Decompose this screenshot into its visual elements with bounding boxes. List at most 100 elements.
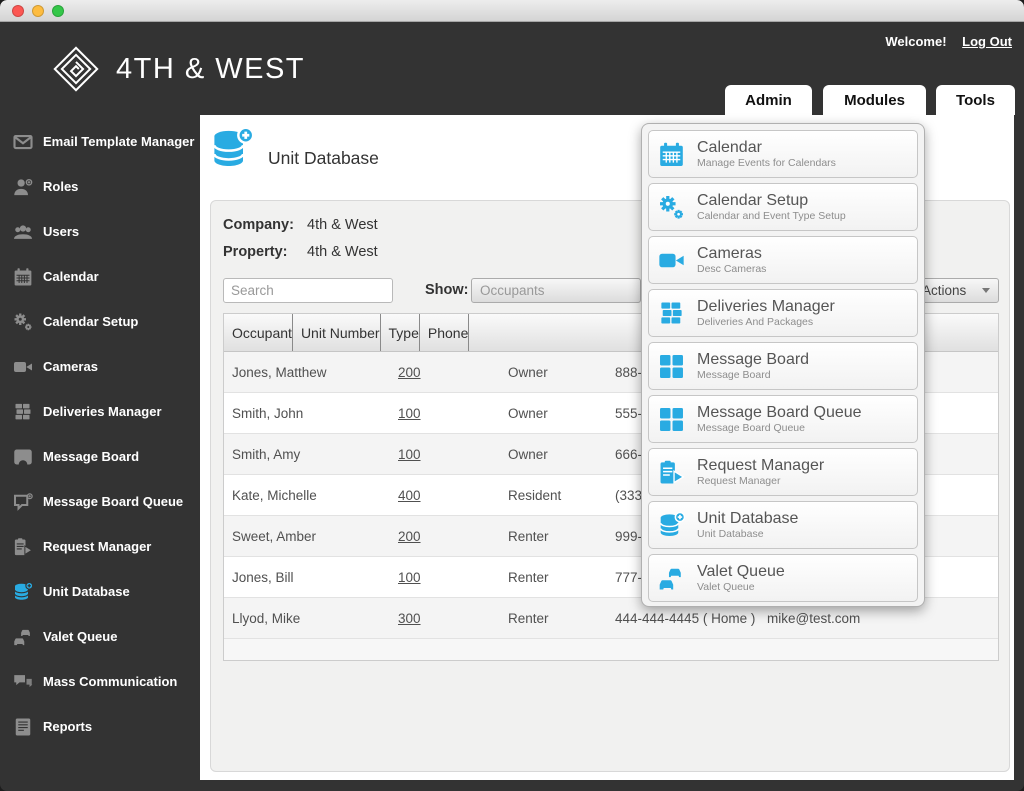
sidebar-item-label: Calendar [43, 269, 99, 284]
actions-select[interactable]: Actions [913, 278, 999, 303]
unit-number-cell: 100 [390, 557, 500, 597]
menu-item-subtitle: Message Board [697, 369, 809, 381]
sidebar-item-deliveries-manager[interactable]: Deliveries Manager [0, 389, 200, 434]
company-value: 4th & West [307, 217, 378, 233]
sidebar-item-users[interactable]: Users [0, 209, 200, 254]
gears-icon [13, 312, 33, 332]
unit-number-link[interactable]: 100 [398, 406, 421, 421]
occupant-cell: Smith, Amy [224, 434, 390, 474]
occupant-cell: Jones, Bill [224, 557, 390, 597]
sidebar-item-label: Cameras [43, 359, 98, 374]
sidebar-item-email-template-manager[interactable]: Email Template Manager [0, 119, 200, 164]
menu-item-subtitle: Unit Database [697, 528, 798, 540]
sidebar-item-mass-communication[interactable]: Mass Communication [0, 659, 200, 704]
menu-item-subtitle: Deliveries And Packages [697, 316, 835, 328]
chat-plus-icon [13, 492, 33, 512]
chevron-down-icon [982, 288, 990, 293]
brand-logo-icon [52, 45, 100, 93]
search-input[interactable] [223, 278, 393, 303]
zoom-button[interactable] [52, 5, 64, 17]
welcome-bar: Welcome! Log Out [885, 34, 1012, 49]
menu-item-message-board-queue[interactable]: Message Board Queue Message Board Queue [648, 395, 918, 443]
video-camera-icon [13, 357, 33, 377]
type-cell: Owner [500, 393, 607, 433]
menu-item-unit-database[interactable]: Unit Database Unit Database [648, 501, 918, 549]
menu-item-calendar-setup[interactable]: Calendar Setup Calendar and Event Type S… [648, 183, 918, 231]
tab-admin[interactable]: Admin [725, 85, 812, 115]
sidebar-item-calendar[interactable]: Calendar [0, 254, 200, 299]
unit-number-link[interactable]: 200 [398, 365, 421, 380]
occupant-cell: Kate, Michelle [224, 475, 390, 515]
minimize-button[interactable] [32, 5, 44, 17]
clipboard-icon [13, 537, 33, 557]
menu-item-cameras[interactable]: Cameras Desc Cameras [648, 236, 918, 284]
unit-number-link[interactable]: 300 [398, 611, 421, 626]
menu-item-subtitle: Message Board Queue [697, 422, 862, 434]
database-icon [13, 582, 33, 602]
unit-number-link[interactable]: 100 [398, 570, 421, 585]
menu-item-calendar[interactable]: Calendar Manage Events for Calendars [648, 130, 918, 178]
show-select[interactable]: Occupants [471, 278, 641, 303]
column-header: Type [380, 314, 419, 351]
grid-icon [658, 353, 685, 380]
unit-number-link[interactable]: 100 [398, 447, 421, 462]
sidebar-item-label: Roles [43, 179, 78, 194]
sidebar-item-cameras[interactable]: Cameras [0, 344, 200, 389]
inbox-icon [13, 447, 33, 467]
column-header: Phone [419, 314, 468, 351]
calendar-icon [13, 267, 33, 287]
database-add-icon[interactable] [210, 127, 254, 171]
sidebar-item-label: Email Template Manager [43, 134, 194, 149]
sidebar-item-calendar-setup[interactable]: Calendar Setup [0, 299, 200, 344]
table-row-empty [224, 639, 998, 660]
menu-item-message-board[interactable]: Message Board Message Board [648, 342, 918, 390]
report-icon [13, 717, 33, 737]
sidebar-item-label: Deliveries Manager [43, 404, 162, 419]
property-value: 4th & West [307, 244, 378, 260]
logout-link[interactable]: Log Out [962, 34, 1012, 49]
app-window: 4TH & WEST Welcome! Log Out Admin Module… [0, 0, 1024, 791]
tab-modules[interactable]: Modules [823, 85, 926, 115]
company-row: Company: 4th & West [223, 217, 378, 233]
type-cell: Owner [500, 434, 607, 474]
unit-number-link[interactable]: 400 [398, 488, 421, 503]
menu-item-subtitle: Calendar and Event Type Setup [697, 210, 846, 222]
occupant-cell: Smith, John [224, 393, 390, 433]
unit-number-cell: 300 [390, 598, 500, 638]
menu-item-valet-queue[interactable]: Valet Queue Valet Queue [648, 554, 918, 602]
unit-number-link[interactable]: 200 [398, 529, 421, 544]
sidebar-item-label: Valet Queue [43, 629, 117, 644]
grid-icon [658, 406, 685, 433]
menu-item-subtitle: Valet Queue [697, 581, 785, 593]
sidebar-item-reports[interactable]: Reports [0, 704, 200, 749]
unit-number-cell: 100 [390, 434, 500, 474]
sidebar-item-roles[interactable]: Roles [0, 164, 200, 209]
sidebar-item-label: Request Manager [43, 539, 151, 554]
type-cell: Resident [500, 475, 607, 515]
sidebar-item-unit-database[interactable]: Unit Database [0, 569, 200, 614]
sidebar-item-label: Mass Communication [43, 674, 177, 689]
type-cell: Renter [500, 598, 607, 638]
type-cell: Renter [500, 557, 607, 597]
column-header [468, 314, 477, 351]
cars-icon [13, 627, 33, 647]
unit-number-cell: 400 [390, 475, 500, 515]
close-button[interactable] [12, 5, 24, 17]
menu-item-title: Message Board Queue [697, 404, 862, 422]
menu-item-title: Valet Queue [697, 563, 785, 581]
sidebar-item-message-board-queue[interactable]: Message Board Queue [0, 479, 200, 524]
sidebar-item-valet-queue[interactable]: Valet Queue [0, 614, 200, 659]
column-header: Unit Number [292, 314, 380, 351]
sidebar-item-request-manager[interactable]: Request Manager [0, 524, 200, 569]
menu-item-deliveries-manager[interactable]: Deliveries Manager Deliveries And Packag… [648, 289, 918, 337]
menu-item-request-manager[interactable]: Request Manager Request Manager [648, 448, 918, 496]
menu-item-title: Message Board [697, 351, 809, 369]
sidebar-item-label: Calendar Setup [43, 314, 138, 329]
user-plus-icon [13, 177, 33, 197]
menu-item-subtitle: Desc Cameras [697, 263, 766, 275]
property-row: Property: 4th & West [223, 244, 378, 260]
tab-tools[interactable]: Tools [936, 85, 1015, 115]
menu-item-title: Calendar Setup [697, 192, 846, 210]
sidebar-item-message-board[interactable]: Message Board [0, 434, 200, 479]
unit-number-cell: 200 [390, 352, 500, 392]
